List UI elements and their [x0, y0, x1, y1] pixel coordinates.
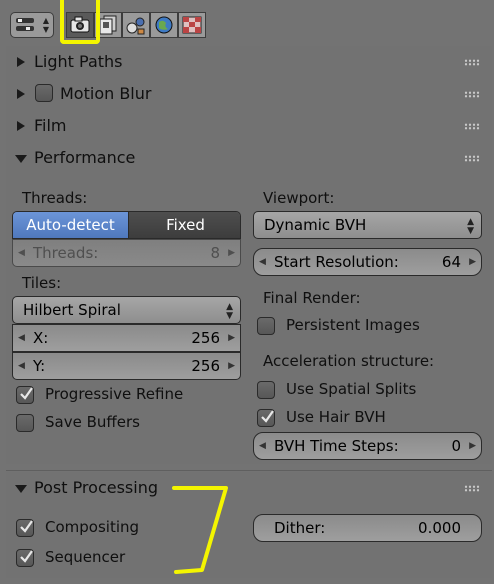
- expanded-triangle-icon: [15, 155, 27, 163]
- tile-order-value: Hilbert Spiral: [23, 301, 121, 319]
- increment-arrow-icon[interactable]: ▶: [469, 441, 476, 451]
- decrement-arrow-icon[interactable]: ◀: [18, 361, 25, 371]
- start-resolution-value: 64: [441, 253, 461, 271]
- tile-x-value: 256: [191, 329, 220, 347]
- dither-value: 0.000: [418, 519, 461, 537]
- tile-order-dropdown[interactable]: Hilbert Spiral ▲ ▼: [12, 296, 241, 324]
- tab-texture[interactable]: [178, 12, 206, 38]
- threads-count-label: Threads:: [33, 244, 99, 262]
- decrement-arrow-icon[interactable]: ◀: [18, 333, 25, 343]
- viewport-bvh-value: Dynamic BVH: [264, 216, 367, 234]
- spatial-splits-label[interactable]: Use Spatial Splits: [286, 380, 416, 398]
- motion-blur-checkbox[interactable]: [35, 84, 53, 102]
- drag-handle-icon[interactable]: [464, 485, 480, 492]
- persistent-images-checkbox[interactable]: [257, 317, 275, 335]
- threads-auto-detect-button[interactable]: Auto-detect: [13, 212, 128, 238]
- properties-header: ▲ ▼: [0, 0, 494, 46]
- checkmark-icon: [20, 387, 33, 400]
- hair-bvh-label[interactable]: Use Hair BVH: [286, 408, 386, 426]
- render-layers-icon: [16, 18, 34, 31]
- checkmark-icon: [261, 410, 274, 423]
- tile-x-label: X:: [33, 329, 49, 347]
- panel-title: Motion Blur: [60, 84, 152, 103]
- save-buffers-label[interactable]: Save Buffers: [45, 413, 140, 431]
- panel-performance[interactable]: Performance: [6, 142, 492, 174]
- increment-arrow-icon: ▶: [228, 248, 235, 258]
- compositing-label[interactable]: Compositing: [45, 518, 139, 536]
- collapsed-triangle-icon: [17, 89, 25, 99]
- tile-y-field[interactable]: ◀ Y: 256 ▶: [12, 352, 241, 380]
- increment-arrow-icon[interactable]: ▶: [228, 361, 235, 371]
- bvh-time-steps-field[interactable]: ◀ BVH Time Steps: 0 ▶: [253, 432, 482, 460]
- drag-handle-icon[interactable]: [464, 123, 480, 130]
- progressive-refine-label[interactable]: Progressive Refine: [45, 385, 183, 403]
- collapsed-triangle-icon: [17, 57, 25, 67]
- panel-film[interactable]: Film: [6, 110, 492, 142]
- increment-arrow-icon[interactable]: ▶: [469, 257, 476, 267]
- panel-light-paths[interactable]: Light Paths: [6, 46, 492, 78]
- drag-handle-icon[interactable]: [464, 91, 480, 98]
- sequencer-label[interactable]: Sequencer: [45, 548, 125, 566]
- start-resolution-label: Start Resolution:: [274, 253, 399, 271]
- viewport-label: Viewport:: [263, 189, 335, 207]
- decrement-arrow-icon[interactable]: ◀: [259, 257, 266, 267]
- compositing-checkbox[interactable]: [16, 519, 34, 537]
- threads-count-value: 8: [210, 244, 220, 262]
- decrement-arrow-icon[interactable]: ◀: [259, 441, 266, 451]
- progressive-refine-checkbox[interactable]: [16, 386, 34, 404]
- bvh-time-steps-label: BVH Time Steps:: [274, 437, 399, 455]
- threads-count-field: ◀ Threads: 8 ▶: [12, 239, 241, 267]
- expanded-triangle-icon: [15, 485, 27, 493]
- threads-mode-toggle: Auto-detect Fixed: [12, 211, 241, 239]
- highlight-annotation: [60, 0, 100, 44]
- dither-label: Dither:: [274, 519, 326, 537]
- drag-handle-icon[interactable]: [464, 59, 480, 66]
- start-resolution-field[interactable]: ◀ Start Resolution: 64 ▶: [253, 248, 482, 276]
- threads-label: Threads:: [22, 189, 88, 207]
- collapsed-triangle-icon: [17, 121, 25, 131]
- panel-title: Film: [34, 116, 67, 135]
- panel-title: Light Paths: [34, 52, 123, 71]
- tab-world[interactable]: [150, 12, 178, 38]
- bvh-time-steps-value: 0: [451, 437, 461, 455]
- checkmark-icon: [20, 550, 33, 563]
- threads-auto-detect-label: Auto-detect: [26, 216, 115, 234]
- threads-fixed-button[interactable]: Fixed: [128, 212, 240, 238]
- panel-motion-blur[interactable]: Motion Blur: [6, 78, 492, 110]
- world-icon: [155, 16, 173, 34]
- tile-y-value: 256: [191, 357, 220, 375]
- chevron-updown-icon: ▲ ▼: [467, 217, 474, 236]
- persistent-images-label[interactable]: Persistent Images: [286, 316, 420, 334]
- tile-x-field[interactable]: ◀ X: 256 ▶: [12, 324, 241, 352]
- acceleration-structure-label: Acceleration structure:: [263, 352, 435, 370]
- hair-bvh-checkbox[interactable]: [257, 409, 275, 427]
- editor-type-button[interactable]: ▲ ▼: [10, 12, 54, 38]
- drag-handle-icon[interactable]: [464, 155, 480, 162]
- tiles-label: Tiles:: [22, 274, 62, 292]
- spatial-splits-checkbox[interactable]: [257, 381, 275, 399]
- chevron-updown-icon: ▲ ▼: [42, 16, 49, 34]
- bracket-annotation: [172, 486, 228, 574]
- viewport-bvh-dropdown[interactable]: Dynamic BVH ▲ ▼: [253, 211, 482, 239]
- tile-y-label: Y:: [33, 357, 46, 375]
- increment-arrow-icon[interactable]: ▶: [228, 333, 235, 343]
- panel-title: Performance: [34, 148, 136, 167]
- checkmark-icon: [20, 520, 33, 533]
- final-render-label: Final Render:: [263, 289, 361, 307]
- chevron-updown-icon: ▲ ▼: [226, 302, 233, 321]
- save-buffers-checkbox[interactable]: [16, 414, 34, 432]
- panel-post-processing[interactable]: Post Processing: [6, 472, 492, 504]
- threads-fixed-label: Fixed: [166, 216, 205, 234]
- panel-title: Post Processing: [34, 478, 158, 497]
- decrement-arrow-icon: ◀: [18, 248, 25, 258]
- texture-icon: [182, 16, 202, 34]
- scene-icon: [126, 17, 145, 35]
- sequencer-checkbox[interactable]: [16, 549, 34, 567]
- dither-field[interactable]: Dither: 0.000: [253, 514, 482, 542]
- tab-scene[interactable]: [122, 12, 150, 38]
